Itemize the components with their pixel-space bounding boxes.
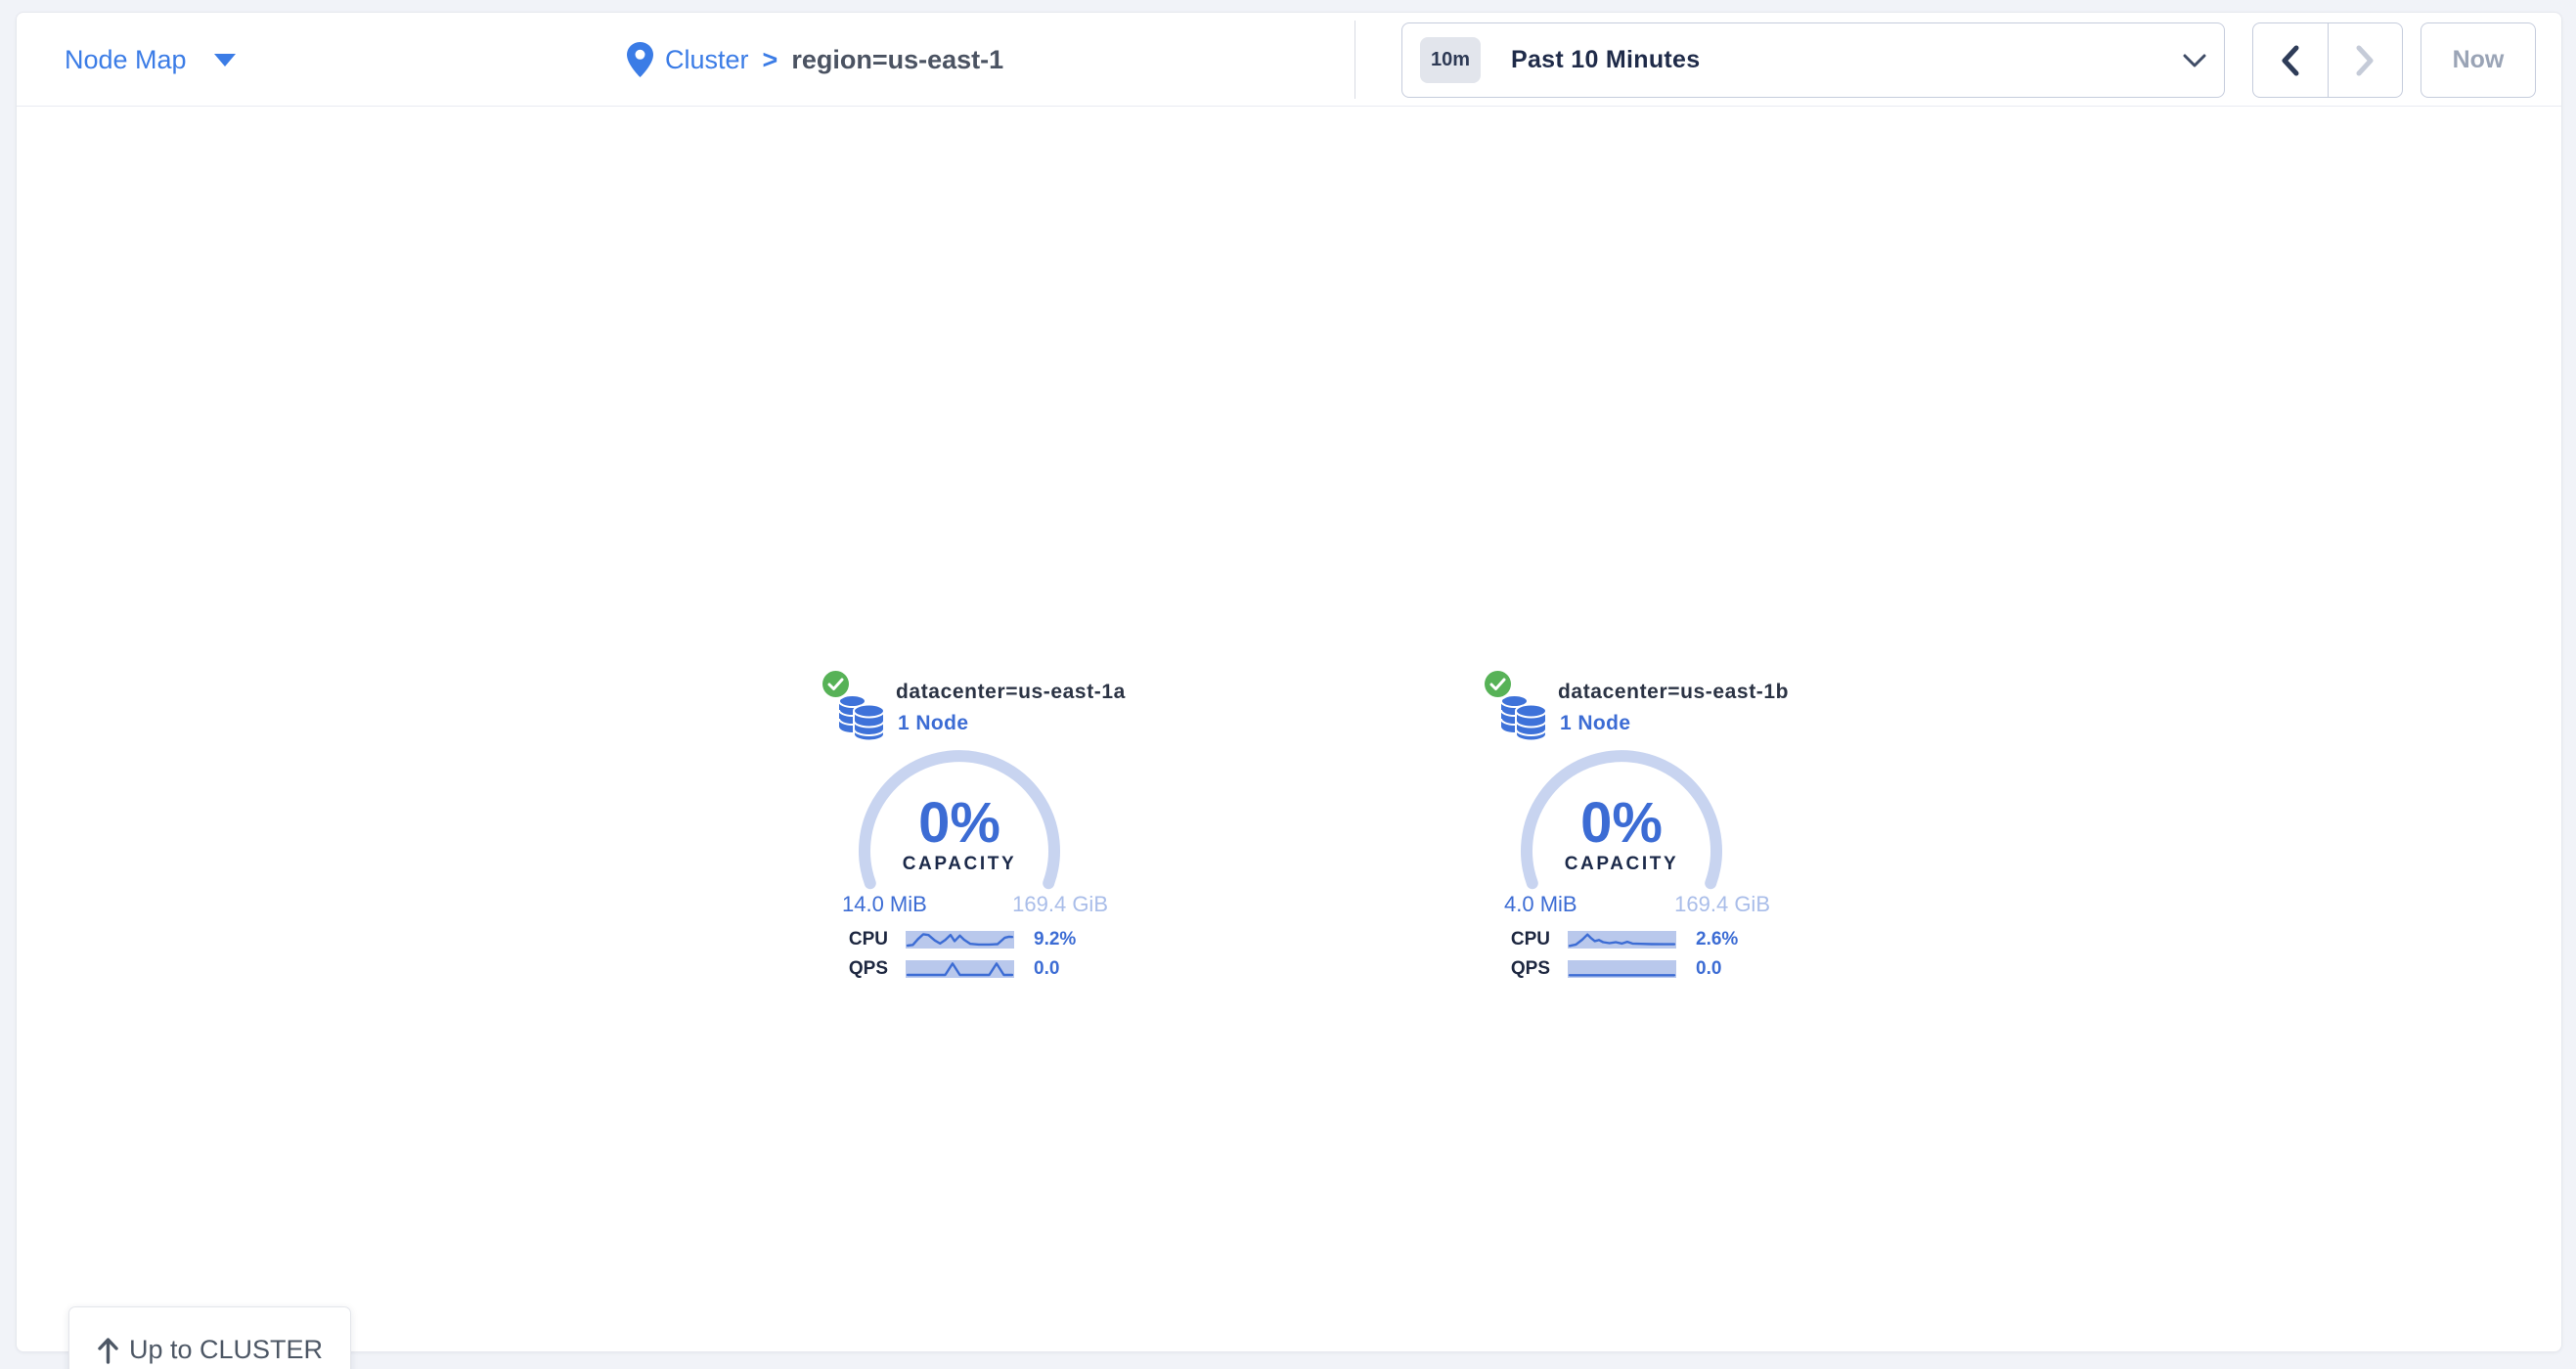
capacity-minmax: 4.0 MiB 169.4 GiB xyxy=(1504,892,1770,917)
breadcrumb-cluster-link[interactable]: Cluster xyxy=(665,45,749,75)
datacenter-card[interactable]: datacenter=us-east-1b 1 Node 0% CAPACITY… xyxy=(1485,667,1798,994)
time-window-dropdown[interactable]: 10m Past 10 Minutes xyxy=(1401,22,2225,98)
up-to-cluster-label: Up to CLUSTER xyxy=(129,1335,323,1365)
now-button[interactable]: Now xyxy=(2421,22,2536,98)
capacity-label: CAPACITY xyxy=(1485,854,1758,875)
cpu-sparkline xyxy=(906,931,1014,949)
database-stack-icon xyxy=(838,691,885,742)
cpu-value: 2.6% xyxy=(1696,929,1738,950)
time-next-button[interactable] xyxy=(2328,23,2403,97)
check-icon xyxy=(1489,678,1506,691)
status-ok-badge xyxy=(822,671,849,697)
dropdown-caret-icon xyxy=(214,54,236,66)
map-pin-icon xyxy=(627,42,653,77)
capacity-used: 4.0 MiB xyxy=(1504,892,1577,917)
datacenter-card[interactable]: datacenter=us-east-1a 1 Node 0% CAPACITY… xyxy=(822,667,1135,994)
breadcrumb-current: region=us-east-1 xyxy=(791,45,1003,75)
time-window-badge: 10m xyxy=(1420,37,1481,83)
time-prev-button[interactable] xyxy=(2253,23,2328,97)
datacenter-name: datacenter=us-east-1a xyxy=(896,681,1126,704)
chevron-down-icon xyxy=(2183,54,2206,67)
datacenter-name: datacenter=us-east-1b xyxy=(1558,681,1789,704)
capacity-used: 14.0 MiB xyxy=(842,892,927,917)
check-icon xyxy=(827,678,844,691)
header-bar: Node Map Cluster > region=us-east-1 10m … xyxy=(17,13,2561,107)
qps-sparkline xyxy=(1568,960,1676,978)
time-window-label: Past 10 Minutes xyxy=(1511,46,1700,74)
capacity-percent: 0% xyxy=(1485,790,1758,856)
qps-value: 0.0 xyxy=(1696,958,1721,980)
qps-label: QPS xyxy=(822,958,888,980)
database-stack-icon xyxy=(1500,691,1547,742)
qps-label: QPS xyxy=(1485,958,1550,980)
view-selector-dropdown[interactable]: Node Map xyxy=(65,13,236,107)
capacity-percent: 0% xyxy=(822,790,1096,856)
view-selector-label: Node Map xyxy=(65,45,187,75)
chevron-right-icon xyxy=(2354,44,2376,77)
capacity-label: CAPACITY xyxy=(822,854,1096,875)
capacity-total: 169.4 GiB xyxy=(1674,892,1770,917)
breadcrumb: Cluster > region=us-east-1 xyxy=(627,13,1003,107)
capacity-minmax: 14.0 MiB 169.4 GiB xyxy=(842,892,1108,917)
main-panel: Node Map Cluster > region=us-east-1 10m … xyxy=(16,12,2562,1352)
cpu-value: 9.2% xyxy=(1034,929,1076,950)
node-map-canvas: datacenter=us-east-1a 1 Node 0% CAPACITY… xyxy=(17,107,2561,1352)
qps-sparkline xyxy=(906,960,1014,978)
breadcrumb-separator: > xyxy=(763,45,778,75)
cpu-sparkline xyxy=(1568,931,1676,949)
cpu-label: CPU xyxy=(1485,929,1550,950)
qps-value: 0.0 xyxy=(1034,958,1059,980)
datacenter-node-count: 1 Node xyxy=(898,712,968,735)
status-ok-badge xyxy=(1485,671,1511,697)
datacenter-node-count: 1 Node xyxy=(1560,712,1630,735)
time-nav-group xyxy=(2252,22,2403,98)
capacity-total: 169.4 GiB xyxy=(1012,892,1108,917)
up-arrow-icon xyxy=(97,1337,119,1364)
up-to-cluster-button[interactable]: Up to CLUSTER xyxy=(68,1306,351,1369)
chevron-left-icon xyxy=(2280,44,2301,77)
cpu-label: CPU xyxy=(822,929,888,950)
